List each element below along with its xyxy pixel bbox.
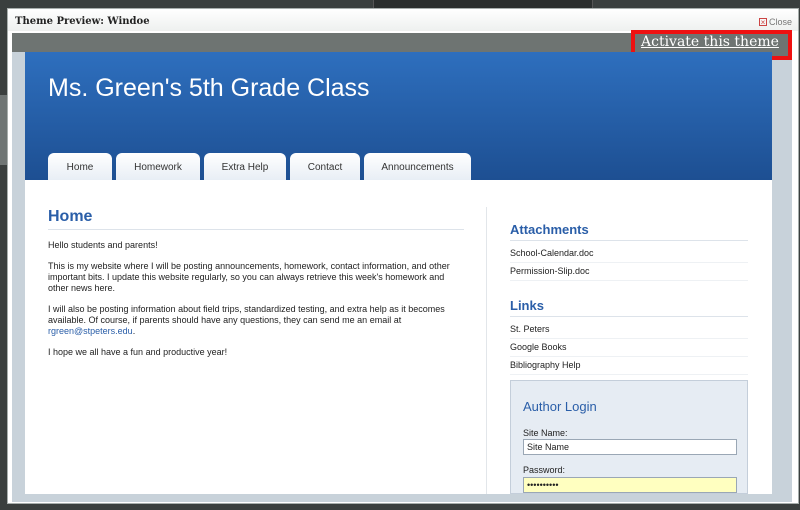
password-input[interactable]: ••••••••••	[523, 477, 737, 493]
site-name-input[interactable]: Site Name	[523, 439, 737, 455]
paragraph-info: I will also be posting information about…	[48, 304, 464, 337]
links-list: St. Peters Google Books Bibliography Hel…	[510, 321, 748, 375]
nav-tab-homework[interactable]: Homework	[116, 153, 200, 180]
paragraph-closing: I hope we all have a fun and productive …	[48, 347, 228, 357]
nav-tab-contact[interactable]: Contact	[290, 153, 360, 180]
links-heading: Links	[510, 298, 748, 317]
nav-tab-announcements[interactable]: Announcements	[364, 153, 471, 180]
author-login-box: Author Login Site Name: Site Name Passwo…	[510, 380, 748, 494]
email-link[interactable]: rgreen@stpeters.edu	[48, 326, 133, 336]
attachments-list: School-Calendar.doc Permission-Slip.doc	[510, 245, 748, 281]
site-title: Ms. Green's 5th Grade Class	[48, 74, 370, 102]
paragraph-info-text: I will also be posting information about…	[48, 304, 445, 325]
login-heading: Author Login	[523, 399, 597, 414]
password-label: Password:	[523, 465, 566, 475]
close-icon: ×	[758, 18, 767, 27]
nav-tab-home[interactable]: Home	[48, 153, 112, 180]
attachment-link[interactable]: School-Calendar.doc	[510, 245, 748, 263]
sidebar-link[interactable]: Bibliography Help	[510, 357, 748, 375]
site-header: Ms. Green's 5th Grade Class Home Homewor…	[25, 52, 772, 180]
paragraph-intro: This is my website where I will be posti…	[48, 261, 450, 293]
activate-theme-link[interactable]: Activate this theme	[641, 34, 779, 50]
dialog-titlebar: Theme Preview: Windoe × Close	[8, 9, 798, 31]
dialog-title: Theme Preview: Windoe	[15, 16, 150, 27]
nav-tab-extra-help[interactable]: Extra Help	[204, 153, 286, 180]
sidebar-link[interactable]: St. Peters	[510, 321, 748, 339]
close-label: Close	[768, 17, 792, 27]
column-divider	[486, 207, 487, 494]
sidebar: Attachments School-Calendar.doc Permissi…	[510, 222, 748, 375]
theme-site-preview: Ms. Green's 5th Grade Class Home Homewor…	[25, 52, 772, 494]
attachment-link[interactable]: Permission-Slip.doc	[510, 263, 748, 281]
paragraph-info-end: .	[132, 326, 136, 336]
site-name-label: Site Name:	[523, 428, 568, 438]
page-title: Home	[48, 208, 464, 230]
sidebar-link[interactable]: Google Books	[510, 339, 748, 357]
close-button[interactable]: × Close	[758, 17, 792, 27]
attachments-heading: Attachments	[510, 222, 748, 241]
main-content: Home Hello students and parents! This is…	[48, 208, 464, 358]
paragraph-greeting: Hello students and parents!	[48, 240, 158, 250]
